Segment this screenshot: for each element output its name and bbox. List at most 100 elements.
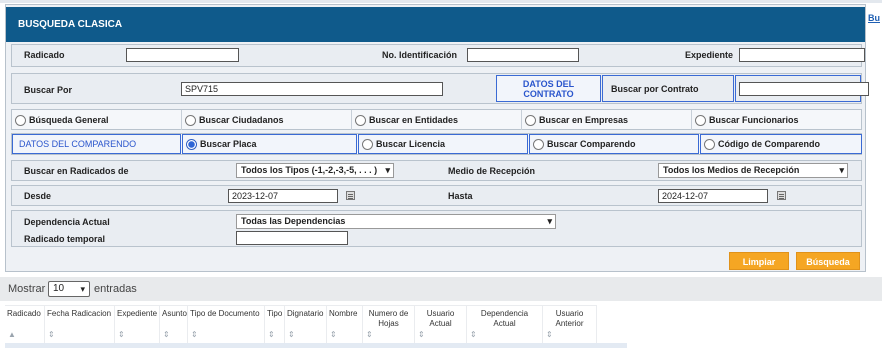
chevron-down-icon: ▾ [80, 284, 85, 294]
radio-label: Código de Comparendo [718, 139, 820, 149]
col-usuario-anterior[interactable]: Usuario Anterior ⇕ [543, 306, 597, 344]
column-label: Usuario Actual [426, 309, 455, 328]
col-fecha-radicacion[interactable]: Fecha Radicacion ⇕ [45, 306, 115, 344]
radio-circle[interactable] [704, 138, 715, 150]
search-panel: BUSQUEDA CLASICA Radicado No. Identifica… [5, 4, 869, 272]
row-dates: Desde 2023-12-07 Hasta 2024-12-07 [11, 185, 862, 206]
chevron-down-icon: ▾ [547, 216, 552, 226]
row-comparendo: DATOS DEL COMPARENDO Buscar Placa Buscar… [11, 133, 862, 155]
expediente-label: Expediente [685, 50, 734, 60]
option-cell: Buscar Funcionarios [692, 110, 862, 130]
buscar-por-label: Buscar Por [24, 85, 73, 95]
radio-circle[interactable] [525, 114, 536, 126]
radio-circle[interactable] [355, 114, 366, 126]
col-nombre[interactable]: Nombre ⇕ [327, 306, 363, 344]
column-label: Usuario Anterior [555, 309, 584, 328]
entries-label: entradas [94, 283, 137, 295]
sort-asc-icon: ▲ [8, 330, 16, 339]
radio-busqueda-general[interactable]: Búsqueda General [15, 110, 109, 130]
radicado-input[interactable] [126, 48, 239, 62]
col-dignatario[interactable]: Dignatario ⇕ [285, 306, 327, 344]
comparendo-section: DATOS DEL COMPARENDO [12, 134, 181, 154]
radio-circle[interactable] [15, 114, 26, 126]
column-label: Expediente [117, 309, 158, 318]
col-asunto[interactable]: Asunto ⇕ [160, 306, 188, 344]
column-label: Fecha Radicacion [47, 309, 112, 318]
col-dependencia-actual[interactable]: Dependencia Actual ⇕ [467, 306, 543, 344]
table-length-bar: Mostrar 10 ▾ entradas [0, 277, 882, 301]
radicados-select[interactable]: Todos los Tipos (-1,-2,-3,-5, . . . ) ▾ [236, 163, 394, 178]
buscar-contrato-input[interactable] [739, 82, 869, 96]
col-expediente[interactable]: Expediente ⇕ [115, 306, 160, 344]
radio-label: Buscar Licencia [376, 139, 446, 149]
sort-icon: ⇕ [191, 330, 198, 339]
top-divider [0, 0, 882, 3]
identificacion-label: No. Identificación [382, 50, 458, 60]
radio-circle[interactable] [533, 138, 544, 150]
radio-label: Buscar en Entidades [369, 115, 459, 125]
sort-icon: ⇕ [118, 330, 125, 339]
column-label: Nombre [329, 309, 358, 318]
entries-value: 10 [53, 283, 65, 294]
option-cell: Buscar Placa [182, 134, 357, 154]
column-label: Tipo de Documento [190, 309, 260, 318]
option-cell: Código de Comparendo [700, 134, 862, 154]
option-cell: Búsqueda General [12, 110, 182, 130]
medio-select[interactable]: Todos los Medios de Recepción ▾ [658, 163, 848, 178]
radicados-label: Buscar en Radicados de [24, 166, 129, 176]
option-cell: Buscar en Entidades [352, 110, 522, 130]
col-numero-hojas[interactable]: Numero de Hojas ⇕ [363, 306, 415, 344]
radio-buscar-funcionarios[interactable]: Buscar Funcionarios [695, 110, 799, 130]
radio-codigo-comparendo[interactable]: Código de Comparendo [704, 135, 820, 153]
hasta-label: Hasta [448, 191, 473, 201]
col-tipo-documento[interactable]: Tipo de Documento ⇕ [188, 306, 265, 344]
radicado-label: Radicado [24, 50, 65, 60]
sort-icon: ⇕ [163, 330, 170, 339]
sort-icon: ⇕ [470, 330, 477, 339]
busqueda-button[interactable]: Búsqueda [796, 252, 860, 270]
entries-select[interactable]: 10 ▾ [48, 281, 90, 297]
temporal-input[interactable] [236, 231, 348, 245]
col-usuario-actual[interactable]: Usuario Actual ⇕ [415, 306, 467, 344]
limpiar-button[interactable]: Limpiar [729, 252, 789, 270]
contrato-input-cell [735, 75, 869, 102]
column-label: Dignatario [287, 309, 324, 318]
column-label: Radicado [7, 309, 41, 318]
identificacion-input[interactable] [467, 48, 579, 62]
sort-icon: ⇕ [366, 330, 373, 339]
radio-buscar-comparendo[interactable]: Buscar Comparendo [533, 135, 636, 153]
radio-buscar-entidades[interactable]: Buscar en Entidades [355, 110, 458, 130]
radio-buscar-ciudadanos[interactable]: Buscar Ciudadanos [185, 110, 284, 130]
desde-input[interactable]: 2023-12-07 [228, 189, 338, 203]
buscar-contrato-label: Buscar por Contrato [611, 84, 699, 94]
calendar-icon[interactable] [777, 191, 786, 200]
side-link[interactable]: Bu [868, 13, 880, 23]
hasta-input[interactable]: 2024-12-07 [658, 189, 768, 203]
col-tipo[interactable]: Tipo ⇕ [265, 306, 285, 344]
radio-circle[interactable] [362, 138, 373, 150]
row-radicados-medio: Buscar en Radicados de Todos los Tipos (… [11, 160, 862, 181]
radio-label: Buscar Comparendo [547, 139, 636, 149]
radio-label: Buscar Funcionarios [709, 115, 799, 125]
sort-icon: ⇕ [330, 330, 337, 339]
sort-icon: ⇕ [546, 330, 553, 339]
buscar-por-input[interactable]: SPV715 [181, 82, 443, 96]
desde-label: Desde [24, 191, 52, 201]
medio-label: Medio de Recepción [448, 166, 536, 176]
radio-buscar-empresas[interactable]: Buscar en Empresas [525, 110, 628, 130]
dependencia-select[interactable]: Todas las Dependencias ▾ [236, 214, 556, 229]
radio-buscar-placa[interactable]: Buscar Placa [186, 135, 257, 153]
radio-circle-selected[interactable] [186, 138, 197, 150]
row-buscar-por: Buscar Por SPV715 DATOS DEL CONTRATO Bus… [11, 73, 869, 104]
column-label: Tipo [267, 309, 283, 318]
expediente-input[interactable] [739, 48, 865, 62]
radio-buscar-licencia[interactable]: Buscar Licencia [362, 135, 445, 153]
medio-select-value: Todos los Medios de Recepción [663, 165, 800, 175]
radio-label: Buscar Ciudadanos [199, 115, 284, 125]
results-table-header: Radicado ▲ Fecha Radicacion ⇕ Expediente ⇕ … [5, 305, 597, 344]
radio-circle[interactable] [185, 114, 196, 126]
option-cell: Buscar en Empresas [522, 110, 692, 130]
radio-circle[interactable] [695, 114, 706, 126]
calendar-icon[interactable] [346, 191, 355, 200]
col-radicado[interactable]: Radicado ▲ [5, 306, 45, 344]
